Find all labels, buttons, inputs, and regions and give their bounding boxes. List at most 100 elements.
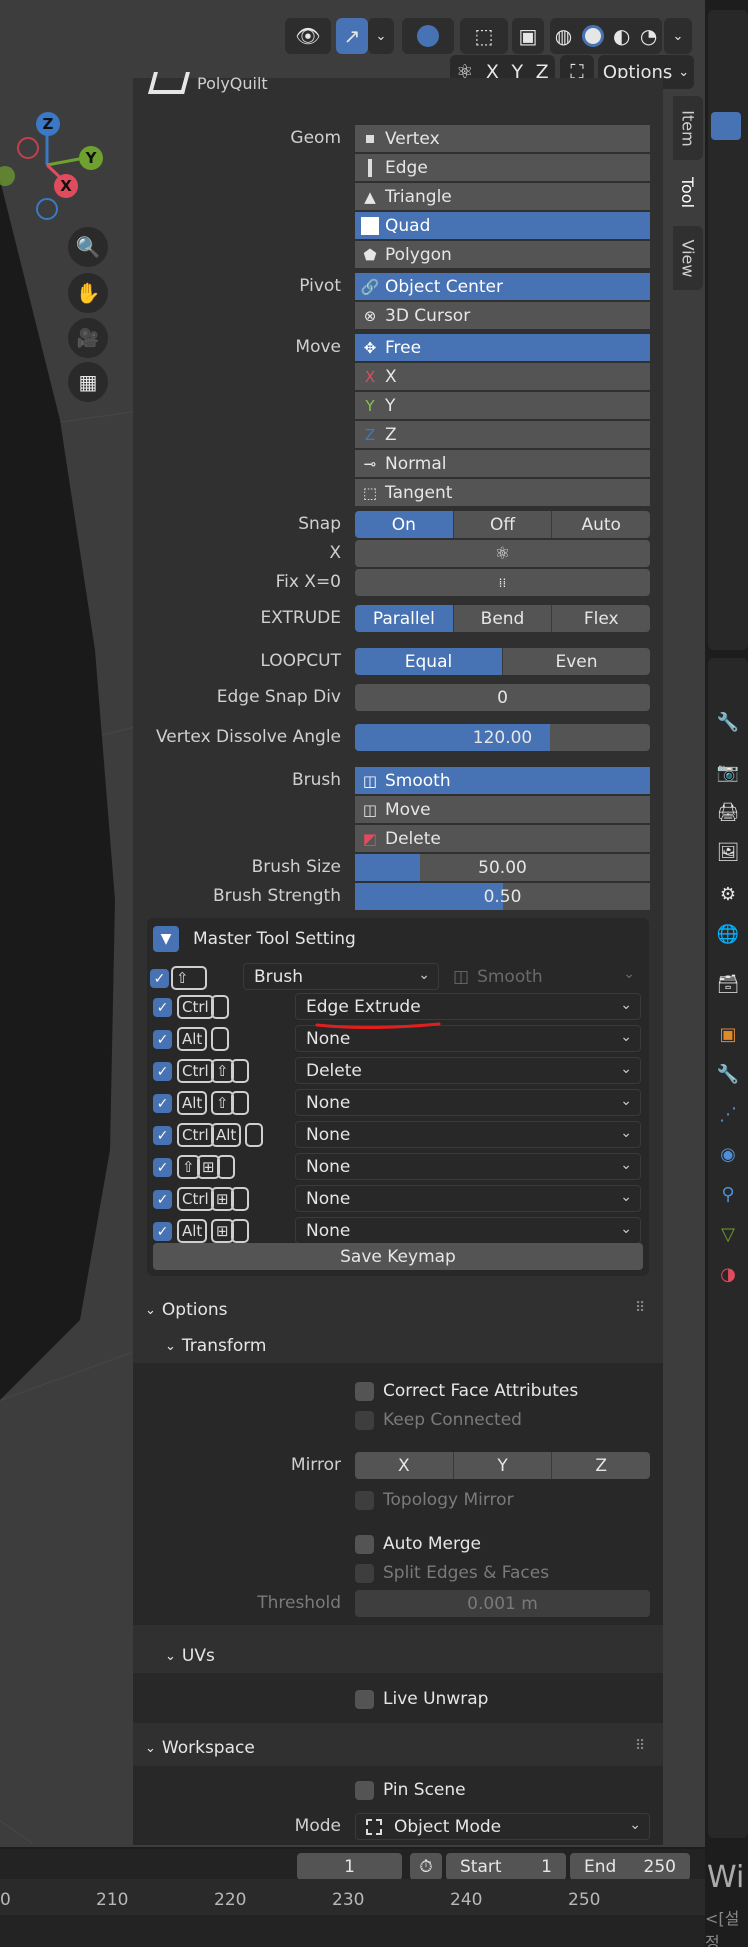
- move-y[interactable]: Y Y: [355, 392, 650, 419]
- zoom-button[interactable]: 🔍: [68, 227, 108, 267]
- pivot-object-center[interactable]: 🔗 Object Center: [355, 273, 650, 300]
- keymap-action-dropdown[interactable]: None ⌄: [295, 1185, 641, 1212]
- snap-auto[interactable]: Auto: [552, 511, 650, 538]
- geom-edge[interactable]: Edge: [355, 154, 650, 181]
- keymap-row-checkbox[interactable]: ✓: [153, 1190, 172, 1209]
- threshold-field[interactable]: 0.001 m: [355, 1590, 650, 1617]
- snap-on[interactable]: On: [355, 511, 454, 538]
- dissolve-slider[interactable]: 120.00: [355, 724, 650, 751]
- master-collapse-button[interactable]: ▼: [153, 926, 179, 952]
- render-properties-icon[interactable]: 📷: [716, 760, 740, 784]
- object-properties-icon[interactable]: ▣: [716, 1022, 740, 1046]
- move-free[interactable]: ✥ Free: [355, 334, 650, 361]
- view-layer-icon[interactable]: 🖼: [716, 840, 740, 864]
- start-frame-field[interactable]: Start 1: [446, 1853, 566, 1880]
- drag-handle-icon[interactable]: ⠿: [635, 1300, 645, 1316]
- auto-merge-checkbox[interactable]: [355, 1535, 374, 1554]
- mirror-x[interactable]: X: [355, 1452, 454, 1479]
- x-mirror-toggle[interactable]: ⚛: [355, 540, 650, 567]
- brush-delete[interactable]: ◩ Delete: [355, 825, 650, 852]
- live-unwrap-checkbox[interactable]: [355, 1690, 374, 1709]
- tool-properties-icon[interactable]: 🔧: [716, 710, 740, 734]
- collection-properties-icon[interactable]: 🗃: [716, 972, 740, 996]
- brush-smooth[interactable]: ◫ Smooth: [355, 767, 650, 794]
- camera-view-button[interactable]: 🎥: [68, 318, 108, 358]
- geom-triangle[interactable]: ▲ Triangle: [355, 183, 650, 210]
- move-z[interactable]: Z Z: [355, 421, 650, 448]
- keymap-row-checkbox[interactable]: ✓: [153, 1030, 172, 1049]
- end-frame-field[interactable]: End 250: [570, 1853, 690, 1880]
- keymap-action-dropdown[interactable]: None ⌄: [295, 1153, 641, 1180]
- scene-properties-icon[interactable]: ⚙: [716, 882, 740, 906]
- fixx-toggle[interactable]: ⁞⁞: [355, 569, 650, 596]
- brush-mode-dropdown[interactable]: Brush ⌄: [243, 963, 439, 990]
- keymap-action-dropdown[interactable]: Delete ⌄: [295, 1057, 641, 1084]
- move-normal[interactable]: ⊸ Normal: [355, 450, 650, 477]
- current-frame-field[interactable]: 1: [297, 1853, 402, 1880]
- extrude-flex[interactable]: Flex: [552, 605, 650, 632]
- outliner-icon[interactable]: [711, 112, 741, 140]
- shading-modes[interactable]: ◍ ◐ ◔: [550, 18, 662, 54]
- keymap-action-dropdown[interactable]: None ⌄: [295, 1089, 641, 1116]
- keymap-row-checkbox[interactable]: ✓: [153, 1158, 172, 1177]
- keymap-row-checkbox[interactable]: ✓: [153, 1094, 172, 1113]
- data-properties-icon[interactable]: ▽: [716, 1222, 740, 1246]
- solid-icon[interactable]: [581, 25, 604, 47]
- modifier-properties-icon[interactable]: 🔧: [716, 1062, 740, 1086]
- pin-scene-checkbox[interactable]: [355, 1781, 374, 1800]
- keymap-action-dropdown[interactable]: None ⌄: [295, 1121, 641, 1148]
- tab-tool[interactable]: Tool: [673, 160, 703, 224]
- gizmo-y-axis[interactable]: Y: [79, 146, 103, 170]
- visibility-dropdown[interactable]: 👁: [285, 18, 331, 54]
- uvs-section-header[interactable]: ⌄ UVs: [165, 1646, 215, 1666]
- gizmo-z-axis[interactable]: Z: [36, 112, 60, 136]
- overlay-toggle[interactable]: [402, 18, 454, 54]
- tab-view[interactable]: View: [673, 226, 703, 290]
- xray-dropdown[interactable]: ⬚: [460, 18, 508, 54]
- loopcut-equal[interactable]: Equal: [355, 648, 503, 675]
- particles-properties-icon[interactable]: ⋰: [716, 1102, 740, 1126]
- tab-item[interactable]: Item: [673, 96, 703, 160]
- geom-quad[interactable]: Quad: [355, 212, 650, 239]
- save-keymap-button[interactable]: Save Keymap: [153, 1243, 643, 1270]
- geom-vertex[interactable]: Vertex: [355, 125, 650, 152]
- brush-move[interactable]: ◫ Move: [355, 796, 650, 823]
- shading-dropdown[interactable]: ⌄: [664, 18, 692, 54]
- material-properties-icon[interactable]: ◑: [716, 1262, 740, 1286]
- keymap-row-checkbox[interactable]: ✓: [153, 1222, 172, 1241]
- navigation-gizmo[interactable]: Z Y X: [0, 100, 120, 230]
- keymap-row-checkbox[interactable]: ✓: [153, 1062, 172, 1081]
- loopcut-even[interactable]: Even: [503, 648, 650, 675]
- mirror-z[interactable]: Z: [552, 1452, 650, 1479]
- keep-connected-checkbox[interactable]: [355, 1411, 374, 1430]
- extrude-bend[interactable]: Bend: [454, 605, 553, 632]
- keymap-row-checkbox[interactable]: ✓: [153, 998, 172, 1017]
- pan-button[interactable]: ✋: [68, 273, 108, 313]
- correct-face-checkbox[interactable]: [355, 1382, 374, 1401]
- gizmo-toggle[interactable]: ↗: [336, 18, 368, 54]
- topology-mirror-checkbox[interactable]: [355, 1491, 374, 1510]
- transform-section-header[interactable]: ⌄ Transform: [165, 1336, 266, 1356]
- brush-enable-checkbox[interactable]: ✓: [150, 969, 169, 988]
- brush-strength-slider[interactable]: 0.50: [355, 883, 650, 910]
- split-edges-checkbox[interactable]: [355, 1564, 374, 1583]
- gizmo-dropdown[interactable]: ⌄: [368, 18, 394, 54]
- move-tangent[interactable]: ⬚ Tangent: [355, 479, 650, 506]
- geom-polygon[interactable]: ⬟ Polygon: [355, 241, 650, 268]
- physics-properties-icon[interactable]: ◉: [716, 1142, 740, 1166]
- world-properties-icon[interactable]: 🌐: [716, 922, 740, 946]
- gizmo-x-axis[interactable]: X: [54, 174, 78, 198]
- keymap-action-dropdown[interactable]: None ⌄: [295, 1217, 641, 1244]
- snap-off[interactable]: Off: [454, 511, 553, 538]
- xray-toggle[interactable]: ▣: [512, 18, 544, 54]
- options-section-header[interactable]: ⌄ Options: [145, 1300, 228, 1320]
- pivot-3d-cursor[interactable]: ⊗ 3D Cursor: [355, 302, 650, 329]
- drag-handle-icon[interactable]: ⠿: [635, 1738, 645, 1754]
- perspective-toggle[interactable]: ▦: [68, 362, 108, 402]
- stopwatch-toggle[interactable]: ⏱: [410, 1853, 442, 1880]
- constraints-properties-icon[interactable]: ⚲: [716, 1182, 740, 1206]
- edge-snap-field[interactable]: 0: [355, 684, 650, 711]
- brush-smooth-dropdown[interactable]: ◫ Smooth ⌄: [443, 963, 643, 990]
- rendered-icon[interactable]: ◔: [640, 24, 657, 48]
- keymap-row-checkbox[interactable]: ✓: [153, 1126, 172, 1145]
